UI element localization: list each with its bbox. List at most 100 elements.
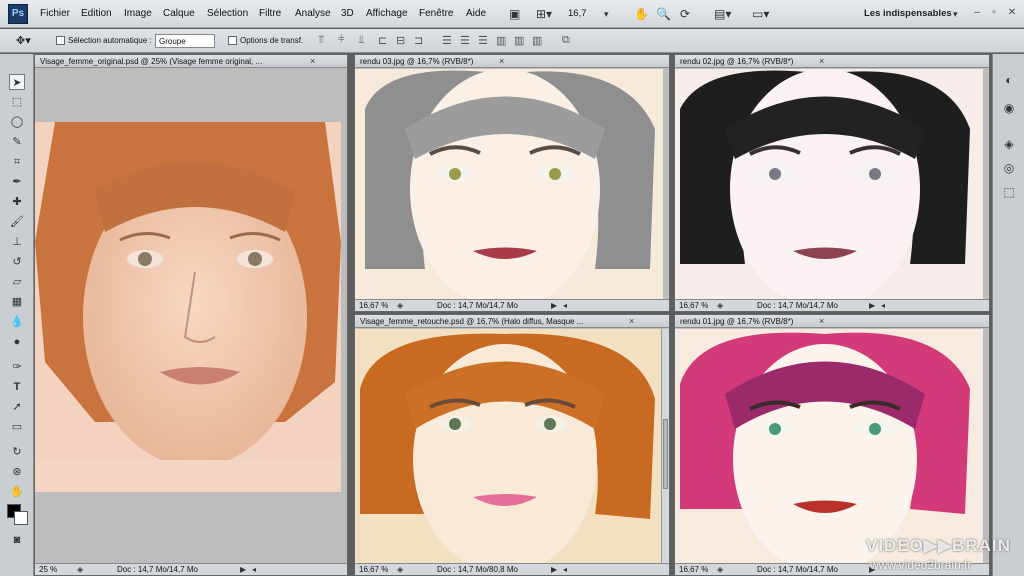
pen-tool[interactable]: ✑: [9, 359, 25, 375]
distribute-right-icon[interactable]: ▥: [532, 34, 542, 47]
menu-image[interactable]: Image: [124, 8, 152, 19]
status-info-icon[interactable]: ◈: [717, 301, 723, 310]
clone-stamp-tool[interactable]: ⊥: [9, 234, 25, 250]
zoom-level[interactable]: 16,67 %: [359, 301, 388, 310]
tab-close-icon[interactable]: ×: [310, 56, 315, 66]
document-tab[interactable]: rendu 01.jpg @ 16,7% (RVB/8*) ×: [675, 315, 989, 328]
arrange-documents-icon[interactable]: ▤▾: [714, 6, 731, 22]
menu-selection[interactable]: Sélection: [207, 8, 248, 19]
zoom-dropdown-icon[interactable]: ▾: [604, 6, 609, 22]
document-tab[interactable]: Visage_femme_retouche.psd @ 16,7% (Halo …: [355, 315, 669, 328]
tab-close-icon[interactable]: ×: [499, 56, 504, 66]
tab-close-icon[interactable]: ×: [629, 316, 634, 326]
menu-fenetre[interactable]: Fenêtre: [419, 8, 453, 19]
status-info-icon[interactable]: ◈: [397, 565, 403, 574]
align-vcenter-icon[interactable]: ⫩: [338, 34, 344, 47]
shape-tool[interactable]: ▭: [9, 419, 25, 435]
align-bottom-icon[interactable]: ⫫: [358, 34, 364, 47]
hand-tool[interactable]: ✋: [9, 484, 25, 500]
move-tool-icon[interactable]: ✥▾: [16, 34, 31, 47]
menu-aide[interactable]: Aide: [466, 8, 486, 19]
eraser-tool[interactable]: ▱: [9, 274, 25, 290]
quick-selection-tool[interactable]: ✎: [9, 134, 25, 150]
history-brush-tool[interactable]: ↺: [9, 254, 25, 270]
workspace-selector[interactable]: Les indispensables: [864, 8, 952, 19]
document-rendu-03[interactable]: rendu 03.jpg @ 16,7% (RVB/8*) × 16,67 % …: [354, 54, 670, 312]
type-tool[interactable]: T: [9, 379, 25, 395]
document-original[interactable]: Visage_femme_original.psd @ 25% (Visage …: [34, 54, 348, 576]
distribute-vcenter-icon[interactable]: ☰: [460, 34, 470, 47]
vertical-scrollbar[interactable]: [661, 329, 669, 565]
brush-tool[interactable]: 🖌: [9, 214, 25, 230]
align-hcenter-icon[interactable]: ⊟: [396, 34, 405, 47]
adjustments-panel-icon[interactable]: ◉: [1001, 100, 1017, 116]
status-menu-arrow-icon[interactable]: ▶: [869, 301, 875, 310]
status-info-icon[interactable]: ◈: [397, 301, 403, 310]
menu-affichage[interactable]: Affichage: [366, 8, 408, 19]
menu-3d[interactable]: 3D: [341, 8, 354, 19]
tab-close-icon[interactable]: ×: [819, 56, 824, 66]
status-menu-arrow-icon[interactable]: ▶: [551, 301, 557, 310]
document-retouche[interactable]: Visage_femme_retouche.psd @ 16,7% (Halo …: [354, 314, 670, 576]
status-menu-arrow-icon[interactable]: ▶: [551, 565, 557, 574]
zoom-level[interactable]: 16,67 %: [679, 301, 708, 310]
hand-tool-icon[interactable]: ✋: [634, 6, 649, 22]
menu-edition[interactable]: Edition: [81, 8, 112, 19]
3d-rotate-tool[interactable]: ↻: [9, 444, 25, 460]
tab-close-icon[interactable]: ×: [819, 316, 824, 326]
maximize-icon[interactable]: ▫: [987, 6, 1001, 20]
align-top-icon[interactable]: ⫪: [318, 34, 324, 47]
menu-filtre[interactable]: Filtre: [259, 8, 281, 19]
minimize-icon[interactable]: –: [970, 6, 984, 20]
3d-orbit-tool[interactable]: ⊛: [9, 464, 25, 480]
document-tab[interactable]: Visage_femme_original.psd @ 25% (Visage …: [35, 55, 347, 68]
color-panel-icon[interactable]: ◐: [1001, 72, 1017, 88]
zoom-level[interactable]: 16,67 %: [359, 565, 388, 574]
quick-mask-icon[interactable]: ◙: [9, 532, 25, 548]
menu-calque[interactable]: Calque: [163, 8, 195, 19]
align-left-icon[interactable]: ⊏: [378, 34, 387, 47]
marquee-tool[interactable]: ⬚: [9, 94, 25, 110]
gradient-tool[interactable]: ▦: [9, 294, 25, 310]
screen-mode-icon[interactable]: ▭▾: [752, 6, 769, 22]
document-tab[interactable]: rendu 02.jpg @ 16,7% (RVB/8*) ×: [675, 55, 989, 68]
auto-select-checkbox[interactable]: [56, 36, 65, 45]
guides-icon[interactable]: ⊞▾: [536, 6, 552, 22]
document-rendu-02[interactable]: rendu 02.jpg @ 16,7% (RVB/8*) × 16,67 % …: [674, 54, 990, 312]
bridge-icon[interactable]: ▣: [509, 6, 520, 22]
background-color-swatch[interactable]: [14, 511, 28, 525]
move-tool[interactable]: ➤: [9, 74, 25, 90]
distribute-left-icon[interactable]: ▥: [496, 34, 506, 47]
distribute-hcenter-icon[interactable]: ▥: [514, 34, 524, 47]
auto-align-icon[interactable]: ⧉: [562, 34, 570, 47]
healing-brush-tool[interactable]: ✚: [9, 194, 25, 210]
align-right-icon[interactable]: ⊐: [414, 34, 423, 47]
menu-analyse[interactable]: Analyse: [295, 8, 331, 19]
transform-options-checkbox[interactable]: [228, 36, 237, 45]
lasso-tool[interactable]: ◯: [9, 114, 25, 130]
channels-panel-icon[interactable]: ◎: [1001, 160, 1017, 176]
distribute-bottom-icon[interactable]: ☰: [478, 34, 488, 47]
layers-panel-icon[interactable]: ◈: [1001, 136, 1017, 152]
blur-tool[interactable]: 💧: [9, 314, 25, 330]
scroll-left-icon[interactable]: ◂: [252, 565, 256, 574]
rotate-view-icon[interactable]: ⟳: [680, 6, 690, 22]
auto-select-dropdown[interactable]: Groupe: [155, 34, 215, 48]
distribute-top-icon[interactable]: ☰: [442, 34, 452, 47]
zoom-level[interactable]: 16,67 %: [679, 565, 708, 574]
menu-fichier[interactable]: Fichier: [40, 8, 70, 19]
paths-panel-icon[interactable]: ⬚: [1001, 184, 1017, 200]
scroll-left-icon[interactable]: ◂: [881, 301, 885, 310]
close-icon[interactable]: ✕: [1005, 6, 1019, 20]
crop-tool[interactable]: ⌗: [9, 154, 25, 170]
path-selection-tool[interactable]: ➚: [9, 399, 25, 415]
scrollbar-thumb[interactable]: [663, 419, 668, 489]
zoom-tool-icon[interactable]: 🔍: [656, 6, 671, 22]
status-info-icon[interactable]: ◈: [717, 565, 723, 574]
scroll-left-icon[interactable]: ◂: [563, 301, 567, 310]
document-tab[interactable]: rendu 03.jpg @ 16,7% (RVB/8*) ×: [355, 55, 669, 68]
scroll-left-icon[interactable]: ◂: [563, 565, 567, 574]
status-info-icon[interactable]: ◈: [77, 565, 83, 574]
workspace-dropdown-icon[interactable]: ▾: [953, 6, 958, 22]
zoom-field[interactable]: 16,7: [568, 8, 587, 19]
